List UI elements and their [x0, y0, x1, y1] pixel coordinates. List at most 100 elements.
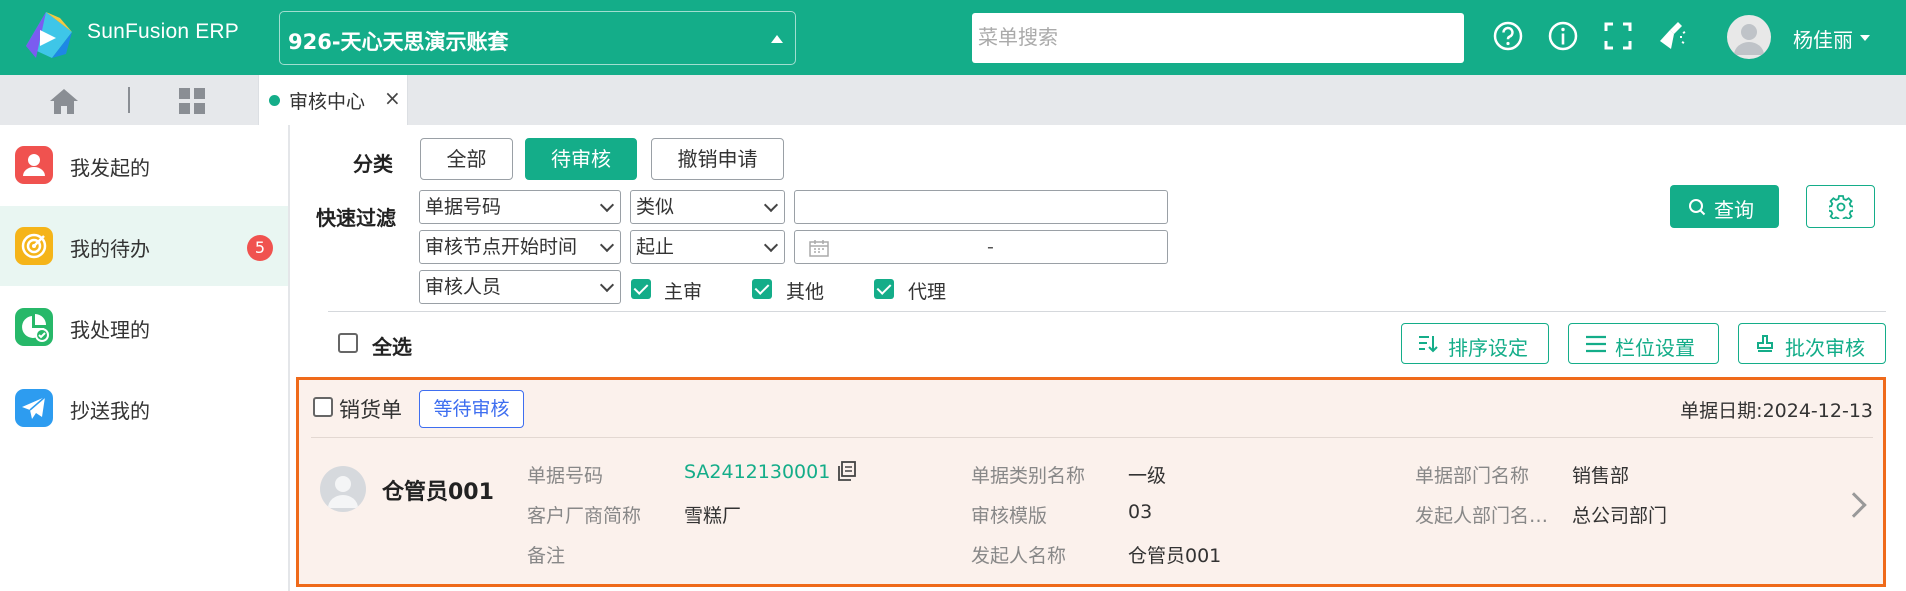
date-range-input[interactable]: - — [794, 230, 1168, 264]
chevron-right-icon[interactable] — [1841, 492, 1867, 518]
record-checkbox[interactable] — [313, 397, 333, 417]
menu-search-input[interactable] — [972, 13, 1464, 63]
sidebar-item-cc[interactable]: 抄送我的 — [0, 368, 288, 448]
field-label: 客户厂商简称 — [527, 505, 642, 527]
category-all-button[interactable]: 全部 — [420, 138, 513, 180]
field-label: 审核模版 — [971, 505, 1048, 527]
user-avatar[interactable] — [1727, 15, 1771, 59]
doc-type: 销货单 — [339, 398, 402, 422]
home-icon[interactable] — [48, 86, 80, 116]
chart-check-icon — [15, 308, 53, 346]
account-name: 926-天心天思演示账套 — [288, 30, 509, 54]
filter-divider — [328, 311, 1886, 312]
field-label: 备注 — [527, 545, 566, 567]
query-label: 查询 — [1714, 198, 1754, 222]
tab-audit-center[interactable]: 审核中心 × — [258, 75, 408, 125]
sidebar-item-label: 我处理的 — [70, 318, 150, 342]
category-revoke-button[interactable]: 撤销申请 — [651, 138, 784, 180]
column-settings-button[interactable]: 栏位设置 — [1568, 323, 1719, 364]
user-name[interactable]: 杨佳丽 — [1793, 24, 1853, 53]
field-label: 单据号码 — [527, 465, 604, 487]
chevron-down-icon — [599, 197, 615, 213]
select-value: 起止 — [636, 236, 675, 258]
record-card[interactable]: 销货单 等待审核 单据日期:2024-12-13 仓管员001 单据号码 SA2… — [296, 377, 1886, 587]
list-icon — [1586, 335, 1606, 353]
select-value: 审核人员 — [425, 276, 502, 298]
checkbox-label: 主审 — [664, 281, 703, 303]
send-icon — [15, 389, 53, 427]
calendar-icon — [809, 240, 829, 257]
filter-field-select-3[interactable]: 审核人员 — [419, 270, 621, 304]
field-label: 单据类别名称 — [971, 465, 1086, 487]
gear-icon — [1829, 195, 1853, 219]
logo-text: SunFusion ERP — [87, 20, 240, 43]
settings-button[interactable] — [1806, 185, 1875, 228]
account-selector[interactable]: 926-天心天思演示账套 — [279, 11, 796, 65]
select-all-checkbox[interactable] — [338, 333, 358, 353]
other-checkbox[interactable] — [752, 279, 772, 299]
select-all-label: 全选 — [372, 335, 412, 359]
caret-up-icon — [771, 35, 783, 43]
filter-field-select-1[interactable]: 单据号码 — [419, 190, 621, 224]
field-label: 发起人名称 — [971, 545, 1067, 567]
checkbox-label: 代理 — [908, 281, 947, 303]
chevron-down-icon — [599, 237, 615, 253]
filter-op-select-2[interactable]: 起止 — [630, 230, 785, 264]
sort-settings-button[interactable]: 排序设定 — [1401, 323, 1549, 364]
chevron-down-icon — [763, 197, 779, 213]
field-value: 销售部 — [1572, 465, 1630, 487]
main-review-checkbox[interactable] — [631, 279, 651, 299]
chevron-down-icon — [599, 277, 615, 293]
checkbox-label: 其他 — [786, 281, 825, 303]
sidebar: 我发起的 我的待办 5 我处理的 抄送我的 — [0, 125, 290, 591]
select-value: 审核节点开始时间 — [425, 236, 578, 258]
sidebar-item-handled[interactable]: 我处理的 — [0, 287, 288, 367]
field-value: 03 — [1128, 501, 1153, 523]
sidebar-item-initiated[interactable]: 我发起的 — [0, 125, 288, 205]
batch-audit-button[interactable]: 批次审核 — [1738, 323, 1886, 364]
fullscreen-icon[interactable] — [1601, 19, 1635, 53]
sidebar-item-label: 我发起的 — [70, 156, 150, 180]
card-divider — [311, 437, 1873, 438]
select-value: 单据号码 — [425, 196, 502, 218]
tab-divider — [128, 87, 130, 113]
active-dot-icon — [269, 95, 280, 106]
category-label: 分类 — [353, 152, 393, 176]
tab-label: 审核中心 — [289, 91, 366, 113]
query-button[interactable]: 查询 — [1670, 185, 1779, 228]
column-label: 栏位设置 — [1615, 336, 1695, 360]
chevron-down-icon — [763, 237, 779, 253]
doc-date: 单据日期:2024-12-13 — [1680, 400, 1873, 422]
field-value: 仓管员001 — [1128, 545, 1222, 567]
field-value: 雪糕厂 — [684, 505, 742, 527]
doc-number-link[interactable]: SA2412130001 — [684, 461, 830, 483]
field-label: 发起人部门名… — [1415, 505, 1549, 527]
apps-grid-icon[interactable] — [178, 87, 206, 115]
person-icon — [15, 146, 53, 184]
target-icon — [15, 227, 53, 265]
info-icon[interactable] — [1546, 19, 1580, 53]
filter-op-select-1[interactable]: 类似 — [630, 190, 785, 224]
help-icon[interactable] — [1491, 19, 1525, 53]
avatar — [320, 466, 366, 512]
search-icon — [1689, 199, 1706, 216]
clean-icon[interactable] — [1656, 19, 1690, 53]
copy-icon[interactable] — [837, 461, 857, 481]
logo-icon — [26, 12, 72, 58]
sidebar-item-todo[interactable]: 我的待办 5 — [0, 206, 288, 286]
count-badge: 5 — [247, 235, 273, 261]
field-value: 总公司部门 — [1572, 505, 1668, 527]
batch-label: 批次审核 — [1785, 336, 1865, 360]
proxy-checkbox[interactable] — [874, 279, 894, 299]
field-value: 一级 — [1128, 465, 1167, 487]
category-pending-button[interactable]: 待审核 — [525, 138, 637, 180]
sort-icon — [1419, 336, 1438, 353]
date-range-separator: - — [987, 236, 994, 258]
filter-field-select-2[interactable]: 审核节点开始时间 — [419, 230, 621, 264]
close-icon[interactable]: × — [384, 86, 401, 110]
sidebar-item-label: 我的待办 — [70, 237, 150, 261]
caret-down-icon[interactable] — [1860, 35, 1870, 41]
sort-label: 排序设定 — [1448, 336, 1528, 360]
filter-value-input[interactable] — [794, 190, 1168, 224]
status-badge: 等待审核 — [419, 390, 524, 428]
